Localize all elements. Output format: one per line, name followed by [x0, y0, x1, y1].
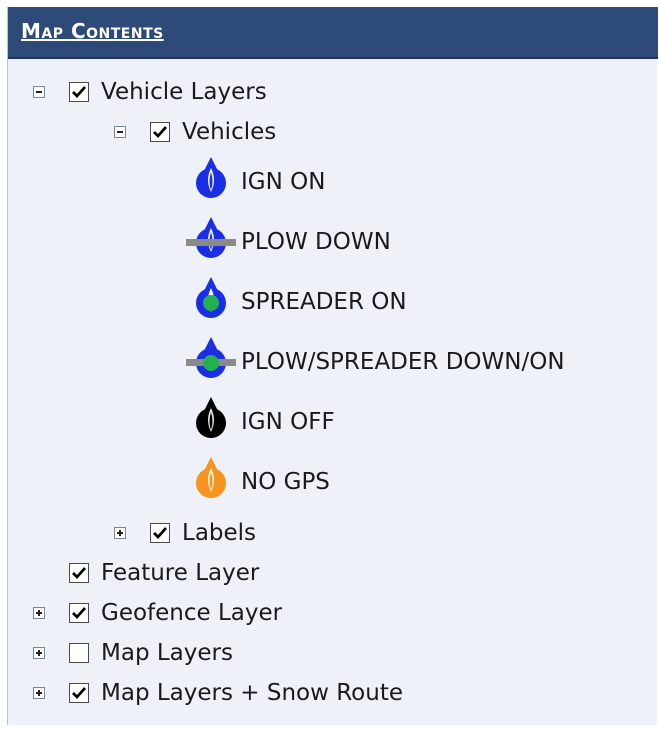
map-layers-label[interactable]: Map Layers: [101, 638, 233, 668]
map-layers-snow-label[interactable]: Map Layers + Snow Route: [101, 678, 403, 708]
map-contents-panel: Map Contents Vehicle Layers Vehicles IGN…: [7, 7, 658, 725]
vehicles-checkbox[interactable]: [150, 122, 170, 142]
black-vehicle-marker-icon: [196, 397, 226, 438]
blue-vehicle-plow-spreader-marker-icon: [186, 337, 236, 378]
geofence-layer-checkbox[interactable]: [69, 603, 89, 623]
labels-label[interactable]: Labels: [182, 518, 256, 548]
legend-label-ign-on: IGN ON: [241, 169, 326, 195]
blue-vehicle-marker-icon: [196, 157, 226, 198]
labels-expand-button[interactable]: [114, 527, 126, 539]
vehicles-collapse-button[interactable]: [114, 126, 126, 138]
legend-label-plow-spreader: PLOW/SPREADER DOWN/ON: [241, 349, 565, 375]
vehicle-layers-label[interactable]: Vehicle Layers: [101, 77, 267, 107]
checkmark-icon: [153, 126, 168, 139]
panel-title: Map Contents: [21, 19, 164, 43]
feature-layer-checkbox[interactable]: [69, 563, 89, 583]
legend-label-spreader-on: SPREADER ON: [241, 289, 407, 315]
feature-layer-label[interactable]: Feature Layer: [101, 558, 259, 588]
checkmark-icon: [72, 567, 87, 580]
blue-vehicle-plow-marker-icon: [186, 217, 236, 258]
checkmark-icon: [153, 527, 168, 540]
checkmark-icon: [72, 607, 87, 620]
map-layers-checkbox[interactable]: [69, 643, 89, 663]
vehicles-label[interactable]: Vehicles: [182, 117, 276, 147]
vehicle-layers-collapse-button[interactable]: [33, 86, 45, 98]
geofence-layer-expand-button[interactable]: [33, 607, 45, 619]
legend-label-plow-down: PLOW DOWN: [241, 229, 391, 255]
map-layers-snow-checkbox[interactable]: [69, 683, 89, 703]
vehicle-layers-checkbox[interactable]: [69, 82, 89, 102]
legend-label-ign-off: IGN OFF: [241, 409, 335, 435]
blue-vehicle-spreader-marker-icon: [196, 277, 226, 318]
checkmark-icon: [72, 86, 87, 99]
map-layers-expand-button[interactable]: [33, 647, 45, 659]
panel-header: Map Contents: [8, 7, 658, 59]
geofence-layer-label[interactable]: Geofence Layer: [101, 598, 282, 628]
map-layers-snow-expand-button[interactable]: [33, 687, 45, 699]
legend-label-no-gps: NO GPS: [241, 469, 330, 495]
orange-vehicle-marker-icon: [196, 457, 226, 498]
checkmark-icon: [72, 687, 87, 700]
labels-checkbox[interactable]: [150, 523, 170, 543]
